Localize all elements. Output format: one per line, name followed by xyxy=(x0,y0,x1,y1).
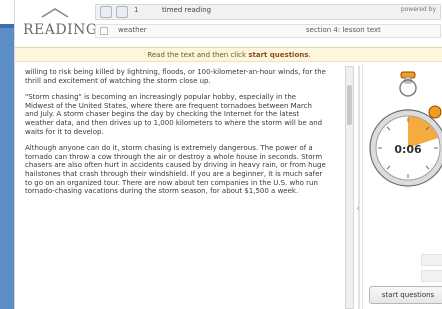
sub-toolbar: weather section 4: lesson text xyxy=(95,24,441,38)
paragraph: "Storm chasing" is becoming an increasin… xyxy=(25,93,323,136)
instruction-bar: Read the text and then click start quest… xyxy=(15,48,442,62)
start-questions-button[interactable]: start questions xyxy=(369,286,442,304)
weather-checkbox[interactable] xyxy=(100,27,108,35)
instruction-action: start questions xyxy=(248,51,309,59)
left-accent-bar xyxy=(0,28,14,309)
instruction-lead: Read the text and then click xyxy=(147,51,247,59)
scrollbar-thumb[interactable] xyxy=(347,85,352,125)
reading-text-pane: willing to risk being killed by lightnin… xyxy=(19,68,341,309)
stopwatch-icon: 0:06 xyxy=(369,71,442,187)
page-indicator: 1 xyxy=(134,6,139,14)
timer-pane: 0:06 start questions xyxy=(362,64,442,309)
logo-roof-icon xyxy=(41,8,69,18)
timer-option-row xyxy=(421,254,442,266)
reading-logo: READING xyxy=(23,6,97,44)
top-toolbar: 1 timed reading powered by xyxy=(95,4,441,20)
mode-label: timed reading xyxy=(162,6,212,14)
text-scrollbar[interactable] xyxy=(345,66,354,309)
timer-option-row xyxy=(421,270,442,282)
instruction-trail: . xyxy=(308,51,311,59)
forward-button[interactable] xyxy=(116,6,128,18)
logo-text: READING xyxy=(23,22,98,38)
brand-label: powered by xyxy=(400,6,436,13)
section-label: section 4: lesson text xyxy=(306,26,381,34)
back-button[interactable] xyxy=(100,6,112,18)
paragraph: Although anyone can do it, storm chasing… xyxy=(25,144,326,196)
timer-display: 0:06 xyxy=(394,143,422,156)
app-window: READING 1 timed reading powered by weath… xyxy=(14,0,442,309)
pane-divider xyxy=(358,66,360,309)
paragraph: willing to risk being killed by lightnin… xyxy=(25,68,326,85)
splitter-handle-icon[interactable]: ‹ xyxy=(354,200,362,218)
field-label: weather xyxy=(118,26,147,34)
app-header: READING 1 timed reading powered by weath… xyxy=(15,0,442,48)
